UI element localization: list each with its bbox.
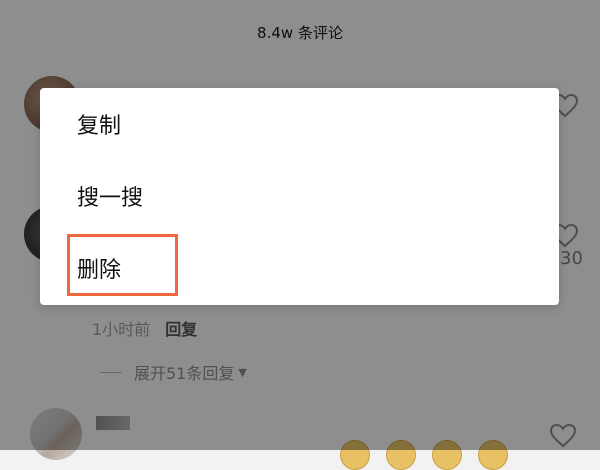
menu-item-copy[interactable]: 复制 xyxy=(40,88,559,160)
menu-item-label: 搜一搜 xyxy=(77,186,144,211)
menu-item-label: 删除 xyxy=(77,258,122,283)
context-menu: 复制 搜一搜 删除 xyxy=(40,88,559,305)
menu-item-delete[interactable]: 删除 xyxy=(40,232,559,304)
menu-item-search[interactable]: 搜一搜 xyxy=(40,160,559,232)
menu-item-label: 复制 xyxy=(77,114,122,139)
